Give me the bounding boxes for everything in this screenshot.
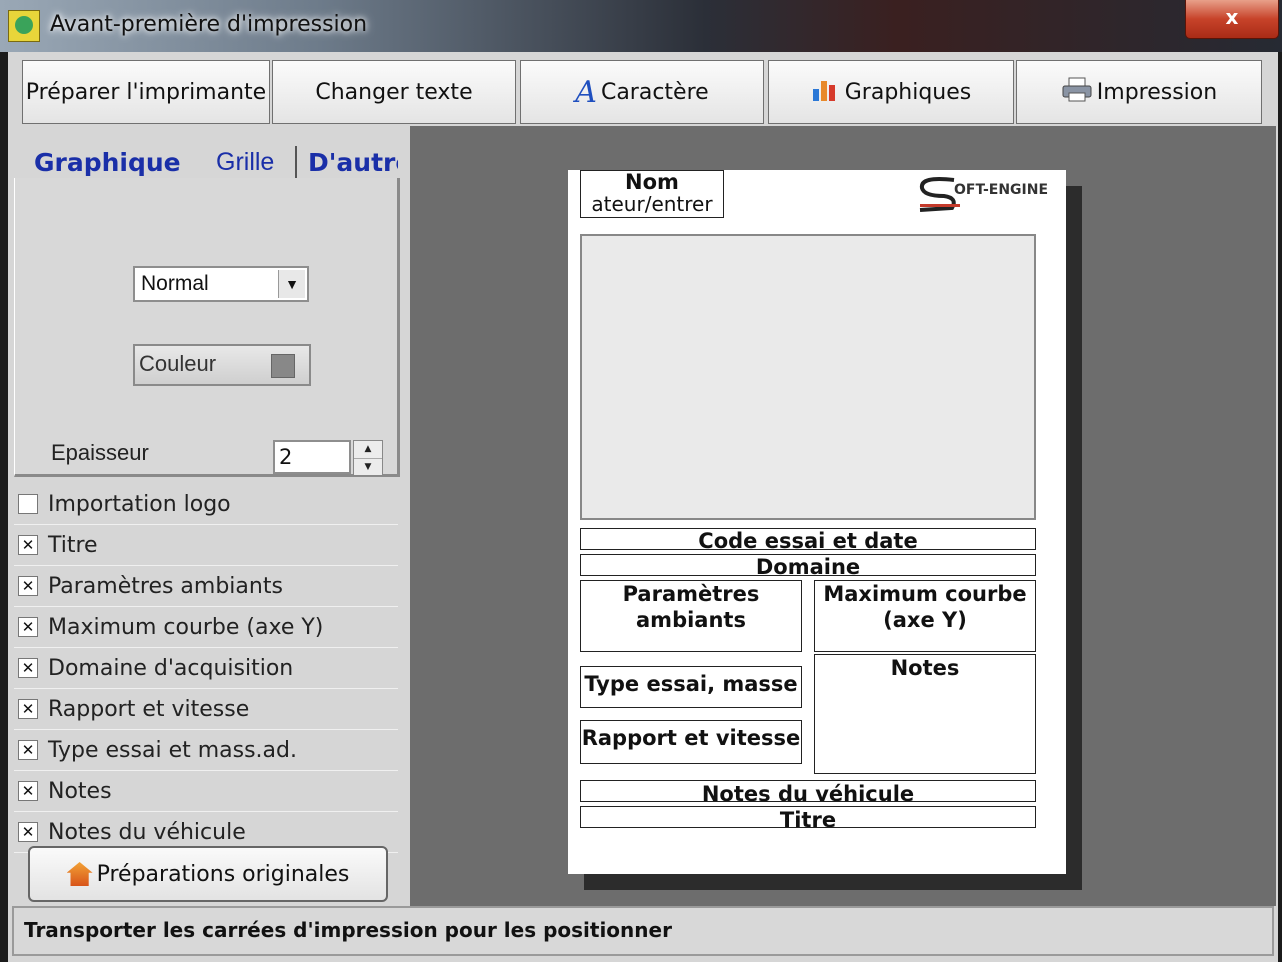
close-button[interactable]: x [1185,0,1279,39]
check-item-parametres[interactable]: ✕ Paramètres ambiants [14,566,398,607]
check-label: Importation logo [48,491,231,517]
params-box-line2: ambiants [636,608,746,632]
window-title: Avant-première d'impression [50,12,368,37]
check-item-maximum[interactable]: ✕ Maximum courbe (axe Y) [14,607,398,648]
tab-grille[interactable]: Grille [216,148,274,177]
check-label: Type essai et mass.ad. [48,737,297,763]
status-bar: Transporter les carrées d'impression pou… [12,906,1274,956]
print-button[interactable]: Impression [1016,60,1262,124]
check-item-titre[interactable]: ✕ Titre [14,525,398,566]
ratio-speed-box[interactable]: Rapport et vitesse [580,720,802,764]
graphique-tab-panel: Normal ▼ Couleur Epaisseur 2 ▲ ▼ [14,178,400,477]
checkbox-titre[interactable]: ✕ [18,535,38,555]
checkbox-notes[interactable]: ✕ [18,781,38,801]
print-preview-area: Nom ateur/entrer OFT-ENGINE Code essai e… [410,126,1276,906]
line-style-value: Normal [141,272,209,295]
spin-down-icon[interactable]: ▼ [354,459,382,476]
checkbox-vehicle-notes[interactable]: ✕ [18,822,38,842]
charts-button[interactable]: Graphiques [768,60,1014,124]
title-box[interactable]: Titre [580,806,1036,828]
notes-box[interactable]: Notes [814,654,1036,774]
vehicle-notes-box[interactable]: Notes du véhicule [580,780,1036,802]
font-label: Caractère [600,79,709,105]
thickness-label: Epaisseur [51,440,149,465]
tab-autre[interactable]: D'autre [308,148,398,177]
checkbox-type[interactable]: ✕ [18,740,38,760]
check-label: Notes du véhicule [48,819,246,845]
spin-up-icon[interactable]: ▲ [354,441,382,459]
change-text-button[interactable]: Changer texte [272,60,516,124]
preview-page: Nom ateur/entrer OFT-ENGINE Code essai e… [568,170,1066,874]
checkbox-logo[interactable] [18,494,38,514]
chevron-down-icon[interactable]: ▼ [278,270,305,298]
home-icon [66,862,93,886]
check-label: Rapport et vitesse [48,696,250,722]
checkbox-rapport[interactable]: ✕ [18,699,38,719]
check-label: Domaine d'acquisition [48,655,294,681]
name-box[interactable]: Nom ateur/entrer [580,170,724,218]
checkbox-maximum[interactable]: ✕ [18,617,38,637]
font-icon: A [575,74,597,110]
change-text-label: Changer texte [315,79,473,105]
prepare-printer-label: Préparer l'imprimante [25,79,267,105]
check-item-domaine[interactable]: ✕ Domaine d'acquisition [14,648,398,689]
original-settings-button[interactable]: Préparations originales [28,846,388,902]
settings-panel: Graphique Grille D'autre Normal ▼ Couleu… [10,136,402,896]
original-settings-label: Préparations originales [96,861,350,887]
app-icon [8,10,40,42]
tab-graphique[interactable]: Graphique [34,148,181,177]
code-box[interactable]: Code essai et date [580,528,1036,550]
main-window: Préparer l'imprimante Changer texte A Ca… [8,52,1278,962]
company-logo: OFT-ENGINE [914,174,1058,218]
line-style-select[interactable]: Normal ▼ [133,266,309,302]
max-curve-box[interactable]: Maximum courbe (axe Y) [814,580,1036,652]
color-label: Couleur [139,351,217,376]
thickness-spinner[interactable]: ▲ ▼ [353,440,383,476]
check-label: Maximum courbe (axe Y) [48,614,324,640]
tab-divider [295,146,297,180]
max-box-line1: Maximum courbe [823,582,1027,606]
domain-box[interactable]: Domaine [580,554,1036,576]
params-box[interactable]: Paramètres ambiants [580,580,802,652]
element-checklist: Importation logo ✕ Titre ✕ Paramètres ambi… [14,484,398,853]
params-box-line1: Paramètres [622,582,760,606]
printer-icon [1061,76,1093,108]
check-label: Paramètres ambiants [48,573,283,599]
test-type-box[interactable]: Type essai, masse [580,666,802,708]
color-button[interactable]: Couleur [133,344,311,386]
checkbox-parametres[interactable]: ✕ [18,576,38,596]
logo-text: OFT-ENGINE [954,182,1049,198]
chart-icon [811,77,841,107]
check-item-notes[interactable]: ✕ Notes [14,771,398,812]
graph-box[interactable] [580,234,1036,520]
font-button[interactable]: A Caractère [520,60,764,124]
prepare-printer-button[interactable]: Préparer l'imprimante [22,60,270,124]
thickness-input[interactable]: 2 [273,440,351,474]
check-item-logo[interactable]: Importation logo [14,484,398,525]
charts-label: Graphiques [844,79,972,105]
check-item-rapport[interactable]: ✕ Rapport et vitesse [14,689,398,730]
color-swatch [271,354,295,378]
name-box-line2: ateur/entrer [591,192,713,216]
name-box-line1: Nom [625,170,679,194]
max-box-line2: (axe Y) [883,608,967,632]
check-label: Notes [48,778,112,804]
check-item-type[interactable]: ✕ Type essai et mass.ad. [14,730,398,771]
title-bar: Avant-première d'impression x [0,0,1282,52]
checkbox-domaine[interactable]: ✕ [18,658,38,678]
check-label: Titre [48,532,98,558]
print-label: Impression [1096,79,1218,105]
